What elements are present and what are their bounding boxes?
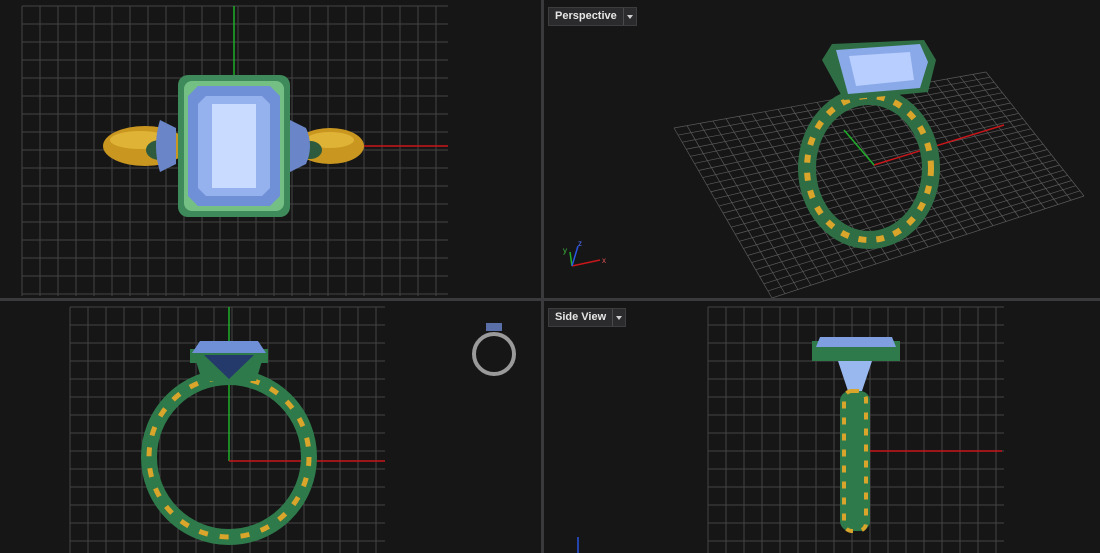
vertical-divider[interactable]	[541, 0, 544, 553]
center-gem	[192, 341, 266, 353]
chevron-down-icon	[616, 315, 623, 320]
horizontal-divider[interactable]	[0, 298, 1100, 301]
y-axis-label: y	[563, 246, 567, 255]
top-view-canvas	[21, 5, 448, 296]
front-view-canvas	[69, 306, 516, 553]
side-stone-right	[290, 120, 310, 172]
grid-line	[946, 78, 1046, 209]
chevron-down-icon	[626, 14, 633, 19]
z-axis-label: z	[578, 239, 582, 248]
grid-line	[985, 71, 1085, 197]
center-gem	[816, 337, 896, 347]
side-title-tab[interactable]: Side View	[548, 308, 627, 327]
grid-line	[722, 133, 1036, 214]
x-axis-label: x	[602, 256, 606, 265]
viewport-title: Perspective	[555, 10, 617, 22]
ring-thumbnail	[472, 323, 516, 376]
viewport-menu-dropdown[interactable]	[612, 309, 625, 326]
perspective-viewport[interactable]: Perspective x y z	[544, 0, 1100, 298]
side-viewport[interactable]: Side View	[544, 301, 1100, 553]
axis-gizmo: x y z	[563, 239, 606, 267]
side-view-canvas	[577, 306, 1004, 553]
perspective-title-tab[interactable]: Perspective	[548, 7, 637, 26]
grid-line	[959, 76, 1059, 205]
grid-line	[972, 74, 1072, 201]
grid-line	[933, 81, 1033, 214]
viewport-menu-dropdown[interactable]	[622, 8, 636, 25]
ring-side	[812, 337, 900, 533]
side-stone-left	[156, 120, 176, 172]
top-viewport[interactable]	[0, 0, 541, 298]
perspective-canvas	[673, 40, 1085, 298]
front-viewport[interactable]	[0, 301, 541, 553]
viewport-title: Side View	[555, 311, 607, 323]
